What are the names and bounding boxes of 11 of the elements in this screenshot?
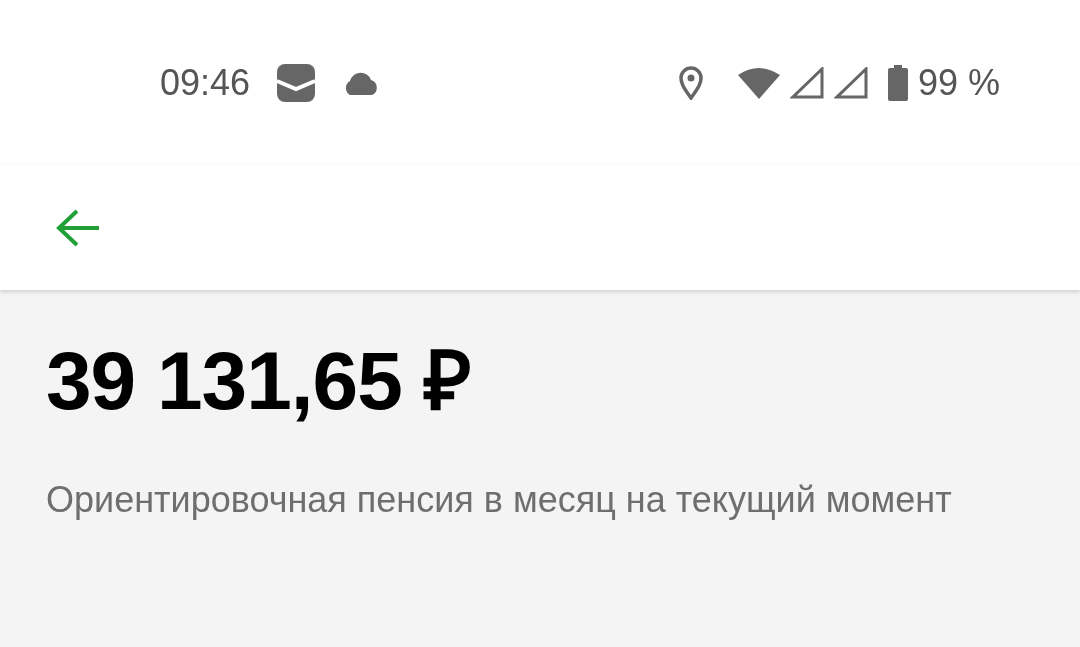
pension-amount: 39 131,65 ₽	[46, 340, 472, 422]
location-icon	[677, 65, 704, 100]
app-icon	[276, 62, 317, 103]
wifi-icon	[737, 66, 780, 99]
battery-percent: 99 %	[917, 60, 1000, 105]
battery-icon	[887, 64, 908, 101]
back-arrow-icon	[55, 207, 101, 248]
signal-icon	[789, 66, 824, 99]
status-time: 09:46	[160, 60, 251, 105]
pension-description: Ориентировочная пенсия в месяц на текущий момент	[46, 478, 953, 522]
signal-icon	[833, 66, 868, 99]
